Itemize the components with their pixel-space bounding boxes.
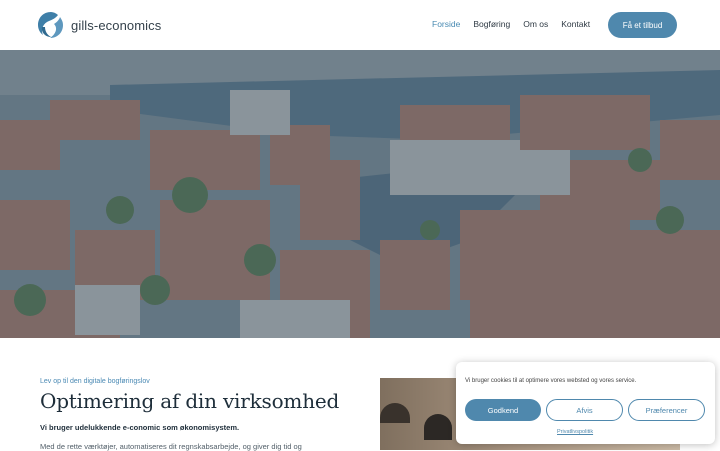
section-lead: Vi bruger udelukkende e-conomic som økon…	[40, 423, 240, 432]
logo-icon	[38, 12, 63, 38]
brand-logo[interactable]: gills-economics	[36, 10, 161, 40]
lamp-shape	[380, 403, 410, 423]
cookie-preferences-button[interactable]: Præferencer	[628, 399, 705, 421]
lamp-shape	[424, 414, 452, 440]
site-header: gills-economics Forside Bogføring Om os …	[0, 0, 720, 50]
nav-item-bogforing[interactable]: Bogføring	[473, 19, 510, 29]
cookie-banner: Vi bruger cookies til at optimere vores …	[456, 362, 715, 444]
section-kicker: Lev op til den digitale bogføringslov	[40, 378, 150, 385]
get-quote-button[interactable]: Få et tilbud	[608, 12, 677, 38]
cookie-text: Vi bruger cookies til at optimere vores …	[465, 378, 637, 384]
hero-overlay	[0, 50, 720, 338]
privacy-policy-link[interactable]: Privatlivspolitik	[557, 429, 593, 435]
cookie-accept-button[interactable]: Godkend	[465, 399, 541, 421]
nav-item-forside[interactable]: Forside	[432, 19, 460, 29]
cookie-deny-button[interactable]: Afvis	[546, 399, 623, 421]
nav-item-om-os[interactable]: Om os	[523, 19, 548, 29]
brand-name: gills-economics	[71, 17, 162, 33]
hero-image	[0, 50, 720, 338]
nav-item-kontakt[interactable]: Kontakt	[561, 19, 590, 29]
section-title: Optimering af din virksomhed	[40, 389, 340, 413]
main-nav: Forside Bogføring Om os Kontakt	[432, 19, 590, 29]
